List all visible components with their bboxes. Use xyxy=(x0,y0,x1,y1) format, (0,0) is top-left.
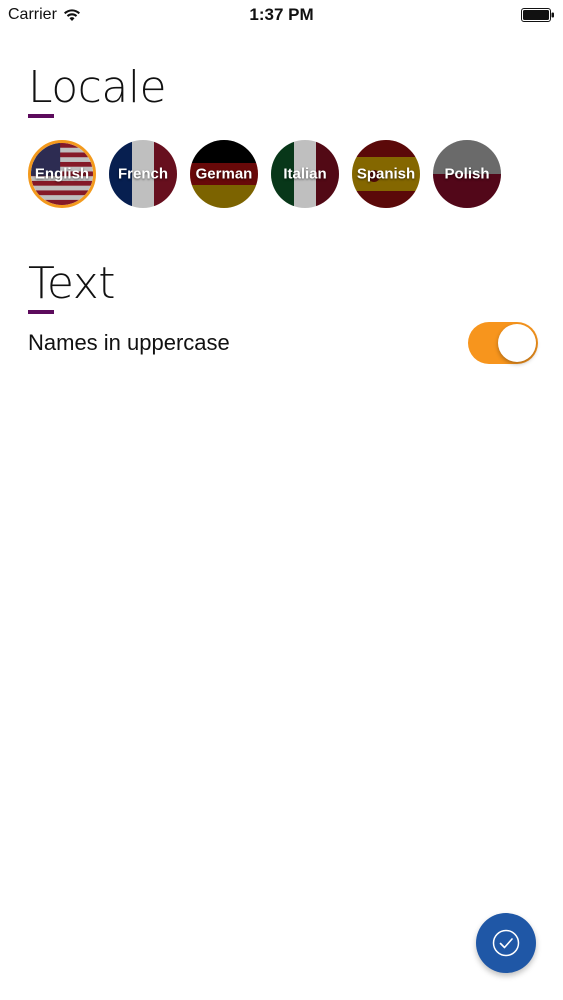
locale-spanish-button[interactable]: Spanish xyxy=(352,140,420,208)
section-title-text: Text xyxy=(28,258,116,309)
locale-label: French xyxy=(117,165,168,183)
locale-german-button[interactable]: German xyxy=(190,140,258,208)
section-title-locale: Locale xyxy=(28,62,167,113)
uppercase-option-row: Names in uppercase xyxy=(28,322,538,364)
battery-icon xyxy=(521,8,554,22)
locale-selector: English French German Italian Spanish Po… xyxy=(28,140,501,208)
locale-label: German xyxy=(195,165,253,183)
locale-english-button[interactable]: English xyxy=(28,140,96,208)
locale-label: Spanish xyxy=(356,165,416,183)
status-time: 1:37 PM xyxy=(249,5,314,24)
locale-label: Italian xyxy=(283,165,327,183)
uppercase-toggle[interactable] xyxy=(468,322,538,364)
section-underline-text xyxy=(28,310,54,314)
locale-label: English xyxy=(34,165,90,183)
toggle-knob xyxy=(498,324,536,362)
locale-label: Polish xyxy=(444,165,490,183)
locale-polish-button[interactable]: Polish xyxy=(433,140,501,208)
locale-french-button[interactable]: French xyxy=(109,140,177,208)
uppercase-option-label: Names in uppercase xyxy=(28,330,230,355)
locale-italian-button[interactable]: Italian xyxy=(271,140,339,208)
status-bar: Carrier 1:37 PM xyxy=(0,0,563,30)
confirm-button[interactable] xyxy=(476,913,536,973)
section-underline-locale xyxy=(28,114,54,118)
checkmark-icon xyxy=(492,929,520,957)
